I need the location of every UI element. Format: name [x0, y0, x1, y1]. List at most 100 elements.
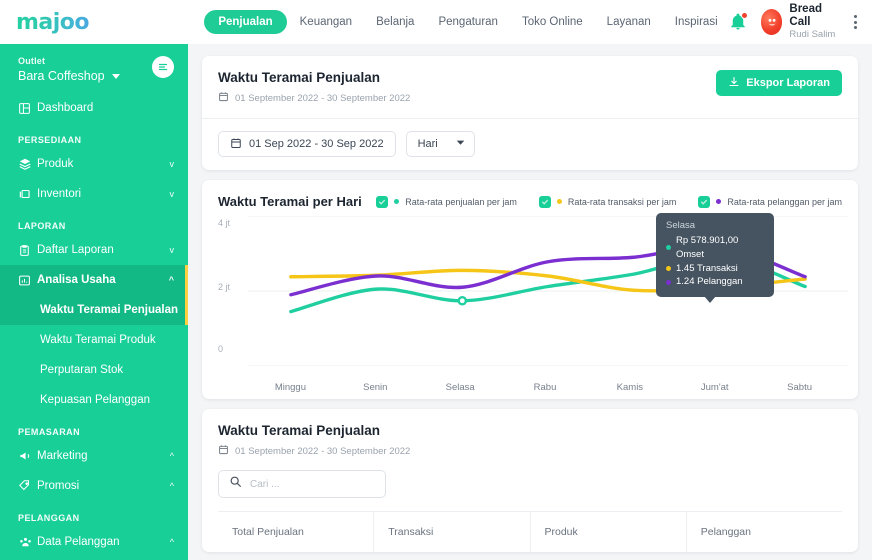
- sidebar-label-data-pelanggan: Data Pelanggan: [37, 536, 120, 548]
- top-nav-tabs: Penjualan Keuangan Belanja Pengaturan To…: [204, 10, 728, 34]
- chart-title: Waktu Teramai per Hari: [218, 194, 362, 209]
- chevron-down-icon: v: [169, 189, 175, 199]
- chevron-down-icon: [456, 138, 465, 150]
- sidebar-item-daftar-laporan[interactable]: Daftar Laporan v: [0, 235, 188, 265]
- kebab-menu-icon[interactable]: [851, 11, 860, 33]
- sidebar-subitem-kepuasan-pelanggan[interactable]: Kepuasan Pelanggan: [0, 385, 188, 415]
- table-column-transaksi[interactable]: Transaksi: [374, 512, 531, 552]
- sidebar-label-analisa-usaha: Analisa Usaha: [37, 274, 116, 286]
- sidebar-label-inventori: Inventori: [37, 188, 82, 200]
- legend-label-transaksi: Rata-rata transaksi per jam: [567, 196, 677, 207]
- filter-row: 01 Sep 2022 - 30 Sep 2022 Hari: [218, 119, 842, 170]
- table-column-pelanggan[interactable]: Pelanggan: [687, 512, 842, 552]
- tab-pengaturan[interactable]: Pengaturan: [427, 10, 508, 34]
- sidebar-item-analisa-usaha[interactable]: Analisa Usaha ^: [0, 265, 188, 295]
- calendar-icon: [230, 137, 242, 152]
- sidebar-subitem-waktu-teramai-produk[interactable]: Waktu Teramai Produk: [0, 325, 188, 355]
- report-header-card: Waktu Teramai Penjualan 01 September 202…: [202, 56, 858, 170]
- table-column-total-penjualan[interactable]: Total Penjualan: [218, 512, 375, 552]
- user-role: Rudi Salim: [789, 29, 836, 41]
- legend-checkbox-pelanggan[interactable]: [698, 195, 711, 208]
- chevron-up-icon: ^: [169, 451, 174, 461]
- legend-checkbox-penjualan[interactable]: [376, 195, 389, 208]
- chart-highlight-point[interactable]: [457, 295, 468, 306]
- y-tick-2jt: 2 jt: [218, 282, 231, 292]
- search-icon: [229, 475, 242, 493]
- tooltip-row-pelanggan: 1.24 Pelanggan: [666, 275, 764, 289]
- bell-icon[interactable]: [729, 12, 748, 31]
- page-body: Outlet Bara Coffeshop Dashboard PERSEDIA…: [0, 44, 872, 560]
- tooltip-title: Selasa: [666, 220, 696, 231]
- logo-container: majoo: [0, 10, 178, 35]
- sidebar-subitem-waktu-teramai-penjualan[interactable]: Waktu Teramai Penjualan: [0, 295, 188, 325]
- sidebar-item-inventori[interactable]: Inventori v: [0, 179, 188, 209]
- x-tick-jumat: Jum'at: [700, 382, 729, 393]
- table-card-date-text: 01 September 2022 - 30 September 2022: [235, 445, 411, 457]
- x-tick-kamis: Kamis: [616, 382, 644, 393]
- clipboard-icon: [18, 244, 37, 257]
- sidebar-item-marketing[interactable]: Marketing ^: [0, 441, 188, 471]
- notification-dot: [740, 12, 748, 19]
- tooltip-dot-omset: [666, 245, 671, 251]
- top-right-area: Bread Call Rudi Salim: [729, 3, 872, 41]
- tab-layanan[interactable]: Layanan: [596, 10, 662, 34]
- search-input[interactable]: [250, 478, 375, 490]
- top-bar: majoo Penjualan Keuangan Belanja Pengatu…: [0, 0, 872, 44]
- chart-legend: Rata-rata penjualan per jam Rata-rata tr…: [376, 195, 842, 208]
- sidebar-item-promosi[interactable]: Promosi ^: [0, 471, 188, 501]
- calendar-icon: [218, 444, 229, 458]
- tooltip-text-omset: Rp 578.901,00 Omset: [676, 235, 739, 260]
- tab-penjualan[interactable]: Penjualan: [204, 10, 287, 34]
- bar-chart-icon: [18, 274, 37, 287]
- report-header-row: Waktu Teramai Penjualan 01 September 202…: [218, 70, 842, 105]
- product-icon: [18, 157, 37, 171]
- tooltip-text-transaksi: 1.45 Transaksi: [676, 262, 738, 274]
- sidebar-item-produk[interactable]: Produk v: [0, 149, 188, 179]
- sidebar-nav: Dashboard PERSEDIAAN Produk v Inventori …: [0, 93, 188, 560]
- outlet-name[interactable]: Bara Coffeshop: [18, 69, 174, 83]
- tooltip-row-transaksi: 1.45 Transaksi: [666, 262, 764, 276]
- table-card-date-range: 01 September 2022 - 30 September 2022: [218, 444, 842, 458]
- tooltip-arrow: [704, 296, 716, 304]
- chevron-up-icon: ^: [168, 275, 174, 285]
- report-date-range-text: 01 September 2022 - 30 September 2022: [235, 92, 411, 104]
- sidebar-group-persediaan: PERSEDIAAN: [18, 135, 82, 145]
- granularity-select[interactable]: Hari: [405, 131, 475, 157]
- legend-dot-penjualan: [394, 199, 400, 204]
- user-profile[interactable]: Bread Call Rudi Salim: [760, 3, 837, 41]
- user-text: Bread Call Rudi Salim: [789, 3, 837, 41]
- chart-plot-area: 4 jt 2 jt 0 Selasa Rp 578.901,00 Omset 1…: [218, 213, 848, 393]
- calendar-icon: [218, 91, 229, 105]
- sidebar-subitem-perputaran-stok[interactable]: Perputaran Stok: [0, 355, 188, 385]
- legend-item-transaksi[interactable]: Rata-rata transaksi per jam: [538, 195, 677, 208]
- sidebar: Outlet Bara Coffeshop Dashboard PERSEDIA…: [0, 44, 188, 560]
- legend-item-pelanggan[interactable]: Rata-rata pelanggan per jam: [698, 195, 842, 208]
- report-date-range: 01 September 2022 - 30 September 2022: [218, 91, 410, 105]
- majoo-logo[interactable]: majoo: [16, 10, 90, 35]
- app-root: majoo Penjualan Keuangan Belanja Pengatu…: [0, 0, 872, 560]
- report-title-block: Waktu Teramai Penjualan 01 September 202…: [218, 70, 410, 105]
- legend-dot-transaksi: [556, 199, 562, 204]
- legend-item-penjualan[interactable]: Rata-rata penjualan per jam: [376, 195, 517, 208]
- legend-checkbox-transaksi[interactable]: [538, 195, 551, 208]
- tab-toko-online[interactable]: Toko Online: [511, 10, 594, 34]
- sidebar-label-marketing: Marketing: [37, 450, 88, 462]
- tooltip-dot-pelanggan: [666, 279, 671, 285]
- tab-keuangan[interactable]: Keuangan: [289, 10, 363, 34]
- export-report-button[interactable]: Ekspor Laporan: [716, 70, 842, 96]
- legend-label-pelanggan: Rata-rata pelanggan per jam: [727, 196, 842, 207]
- table-column-produk[interactable]: Produk: [531, 512, 687, 552]
- granularity-value: Hari: [417, 138, 438, 150]
- x-tick-senin: Senin: [363, 382, 388, 393]
- date-range-picker[interactable]: 01 Sep 2022 - 30 Sep 2022: [218, 131, 396, 157]
- dashboard-icon: [18, 102, 37, 115]
- tooltip-row-omset: Rp 578.901,00 Omset: [666, 234, 764, 262]
- sidebar-item-data-pelanggan[interactable]: Data Pelanggan ^: [0, 527, 188, 557]
- sidebar-label-dashboard: Dashboard: [37, 102, 94, 114]
- tab-inspirasi[interactable]: Inspirasi: [664, 10, 729, 34]
- chart-x-axis: Minggu Senin Selasa Rabu Kamis Jum'at Sa…: [248, 382, 842, 393]
- search-box[interactable]: [218, 470, 386, 498]
- chevron-up-icon: ^: [169, 537, 174, 547]
- sidebar-item-dashboard[interactable]: Dashboard: [0, 93, 188, 123]
- tab-belanja[interactable]: Belanja: [365, 10, 425, 34]
